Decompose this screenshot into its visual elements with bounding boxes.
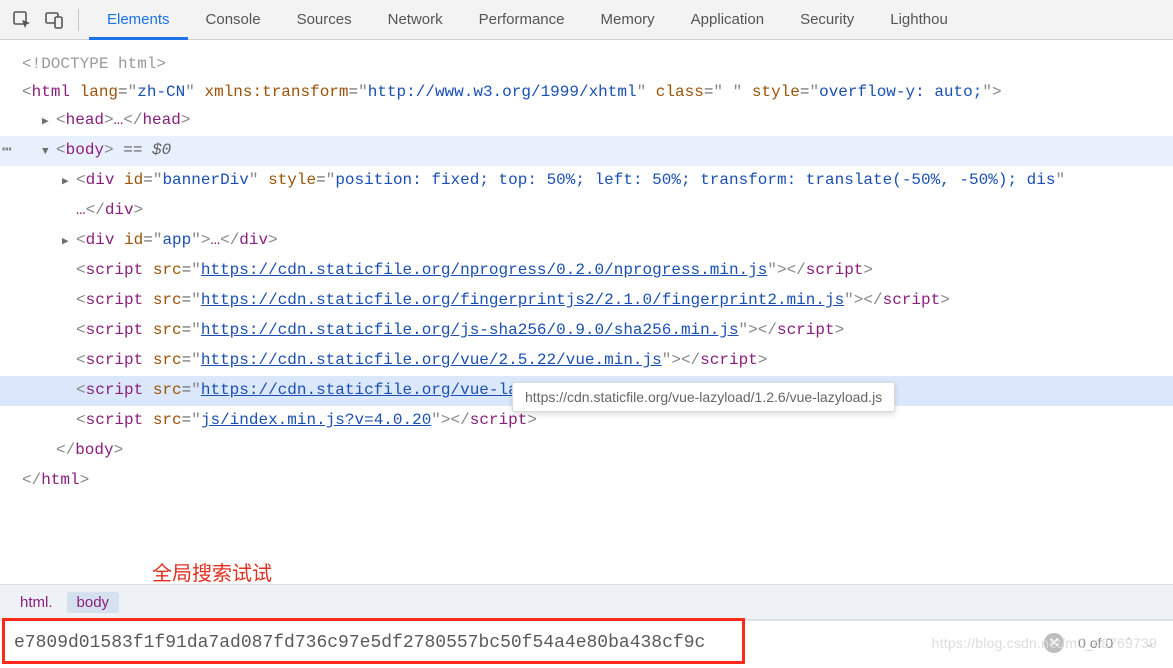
gutter-ellipsis-icon[interactable]: ⋯ bbox=[0, 136, 20, 164]
device-toggle-icon[interactable] bbox=[40, 6, 68, 34]
dom-head[interactable]: ▶<head>…</head> bbox=[0, 106, 1173, 136]
dom-app-div[interactable]: ▶<div id="app">…</div> bbox=[0, 226, 1173, 256]
dom-script[interactable]: ▶<script src="https://cdn.staticfile.org… bbox=[0, 316, 1173, 346]
search-prev-icon[interactable]: ⌃ bbox=[1123, 635, 1134, 651]
dom-script[interactable]: ▶<script src="https://cdn.staticfile.org… bbox=[0, 286, 1173, 316]
tab-lighthou[interactable]: Lighthou bbox=[872, 0, 966, 40]
expand-arrow-icon[interactable]: ▶ bbox=[62, 228, 74, 256]
expand-arrow-icon[interactable]: ▶ bbox=[42, 108, 54, 136]
dom-script[interactable]: ▶<script src="https://cdn.staticfile.org… bbox=[0, 346, 1173, 376]
inspect-icon[interactable] bbox=[8, 6, 36, 34]
dom-body-close[interactable]: ▶</body> bbox=[0, 436, 1173, 466]
dom-banner-div[interactable]: ▶<div id="bannerDiv" style="position: fi… bbox=[0, 166, 1173, 196]
expand-arrow-icon[interactable]: ▶ bbox=[62, 168, 74, 196]
dom-script[interactable]: ▶<script src="https://cdn.staticfile.org… bbox=[0, 256, 1173, 286]
tab-console[interactable]: Console bbox=[188, 0, 279, 40]
dom-html-close[interactable]: </html> bbox=[0, 466, 1173, 494]
dom-body-open[interactable]: ⋯ ▼<body> == $0 bbox=[0, 136, 1173, 166]
tab-memory[interactable]: Memory bbox=[583, 0, 673, 40]
collapse-arrow-icon[interactable]: ▼ bbox=[42, 138, 54, 166]
search-bar: ✕ 0 of 0 ⌃ ⌄ bbox=[0, 620, 1173, 664]
dom-html-open[interactable]: <html lang="zh-CN" xmlns:transform="http… bbox=[0, 78, 1173, 106]
tab-network[interactable]: Network bbox=[370, 0, 461, 40]
annotation-label: 全局搜索试试 bbox=[152, 557, 272, 586]
tab-elements[interactable]: Elements bbox=[89, 0, 188, 40]
dom-banner-close[interactable]: ▶…</div> bbox=[0, 196, 1173, 226]
search-count: 0 of 0 bbox=[1078, 635, 1113, 651]
search-next-icon[interactable]: ⌄ bbox=[1144, 635, 1155, 651]
elements-dom-tree[interactable]: <!DOCTYPE html> <html lang="zh-CN" xmlns… bbox=[0, 40, 1173, 494]
search-input[interactable] bbox=[0, 626, 1044, 660]
devtools-tabbar: ElementsConsoleSourcesNetworkPerformance… bbox=[0, 0, 1173, 40]
dom-doctype[interactable]: <!DOCTYPE html> bbox=[0, 50, 1173, 78]
link-tooltip: https://cdn.staticfile.org/vue-lazyload/… bbox=[512, 382, 895, 412]
breadcrumb-item[interactable]: html. bbox=[10, 592, 63, 613]
tab-sources[interactable]: Sources bbox=[279, 0, 370, 40]
tabbar-divider bbox=[78, 9, 79, 31]
tab-security[interactable]: Security bbox=[782, 0, 872, 40]
tab-performance[interactable]: Performance bbox=[461, 0, 583, 40]
tab-application[interactable]: Application bbox=[673, 0, 782, 40]
clear-search-icon[interactable]: ✕ bbox=[1044, 633, 1064, 653]
breadcrumb: html.body bbox=[0, 584, 1173, 620]
breadcrumb-item[interactable]: body bbox=[67, 592, 120, 613]
